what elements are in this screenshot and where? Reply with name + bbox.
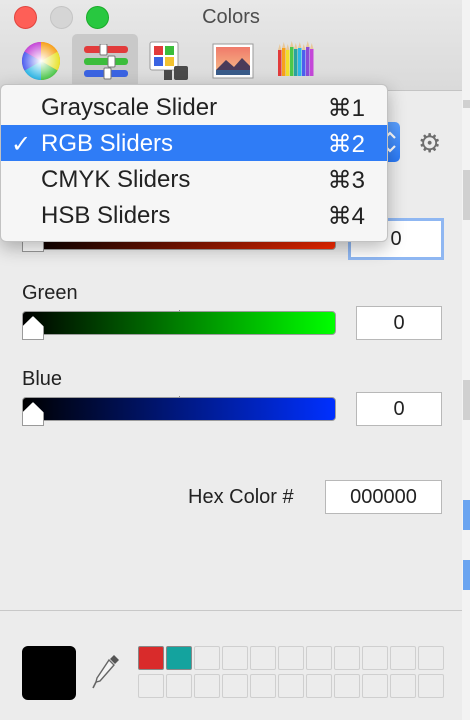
swatch-cell[interactable] (222, 674, 248, 698)
menu-item-hsb[interactable]: HSB Sliders ⌘4 (1, 197, 387, 233)
background-window-edge (462, 0, 470, 720)
swatch-cell[interactable] (362, 646, 388, 670)
swatch-cell[interactable] (138, 646, 164, 670)
swatch-cell[interactable] (166, 674, 192, 698)
swatch-cell[interactable] (334, 674, 360, 698)
image-palette-icon[interactable] (212, 40, 254, 82)
swatch-cell[interactable] (166, 646, 192, 670)
hex-color-label: Hex Color # (188, 486, 294, 508)
swatch-cell[interactable] (334, 646, 360, 670)
colors-window: Colors ⚙ 0 Green 0 Blue 0 Hex Color # 00… (0, 0, 462, 720)
green-slider-track[interactable] (22, 311, 336, 335)
swatch-cell[interactable] (362, 674, 388, 698)
menu-item-rgb[interactable]: ✓ RGB Sliders ⌘2 (1, 125, 387, 161)
swatch-cell[interactable] (418, 646, 444, 670)
sliders-icon[interactable] (84, 44, 128, 80)
hex-color-field[interactable]: 000000 (325, 480, 442, 514)
swatch-cell[interactable] (306, 646, 332, 670)
current-color-well[interactable] (22, 646, 76, 700)
swatch-cell[interactable] (138, 674, 164, 698)
swatch-cell[interactable] (250, 646, 276, 670)
swatch-cell[interactable] (222, 646, 248, 670)
swatch-cell[interactable] (306, 674, 332, 698)
menu-item-cmyk[interactable]: CMYK Sliders ⌘3 (1, 161, 387, 197)
checkmark-icon: ✓ (11, 131, 32, 158)
gear-icon[interactable]: ⚙ (418, 130, 441, 156)
blue-label: Blue (22, 368, 63, 390)
eyedropper-icon[interactable] (90, 652, 122, 692)
swatch-cell[interactable] (250, 674, 276, 698)
swatch-cell[interactable] (278, 646, 304, 670)
slider-mode-menu: Grayscale Slider ⌘1 ✓ RGB Sliders ⌘2 CMY… (0, 84, 388, 242)
menu-item-grayscale[interactable]: Grayscale Slider ⌘1 (1, 89, 387, 125)
green-label: Green (22, 282, 78, 304)
palettes-icon[interactable] (148, 40, 190, 82)
titlebar: Colors (0, 0, 462, 91)
green-value-field[interactable]: 0 (356, 306, 442, 340)
blue-slider-track[interactable] (22, 397, 336, 421)
swatch-cell[interactable] (418, 674, 444, 698)
window-title: Colors (202, 6, 260, 28)
swatch-cell[interactable] (278, 674, 304, 698)
swatch-cell[interactable] (194, 674, 220, 698)
blue-value-field[interactable]: 0 (356, 392, 442, 426)
pencils-icon[interactable] (276, 40, 318, 82)
color-wheel-icon[interactable] (20, 40, 62, 82)
swatch-cell[interactable] (194, 646, 220, 670)
swatch-cell[interactable] (390, 646, 416, 670)
swatch-cell[interactable] (390, 674, 416, 698)
